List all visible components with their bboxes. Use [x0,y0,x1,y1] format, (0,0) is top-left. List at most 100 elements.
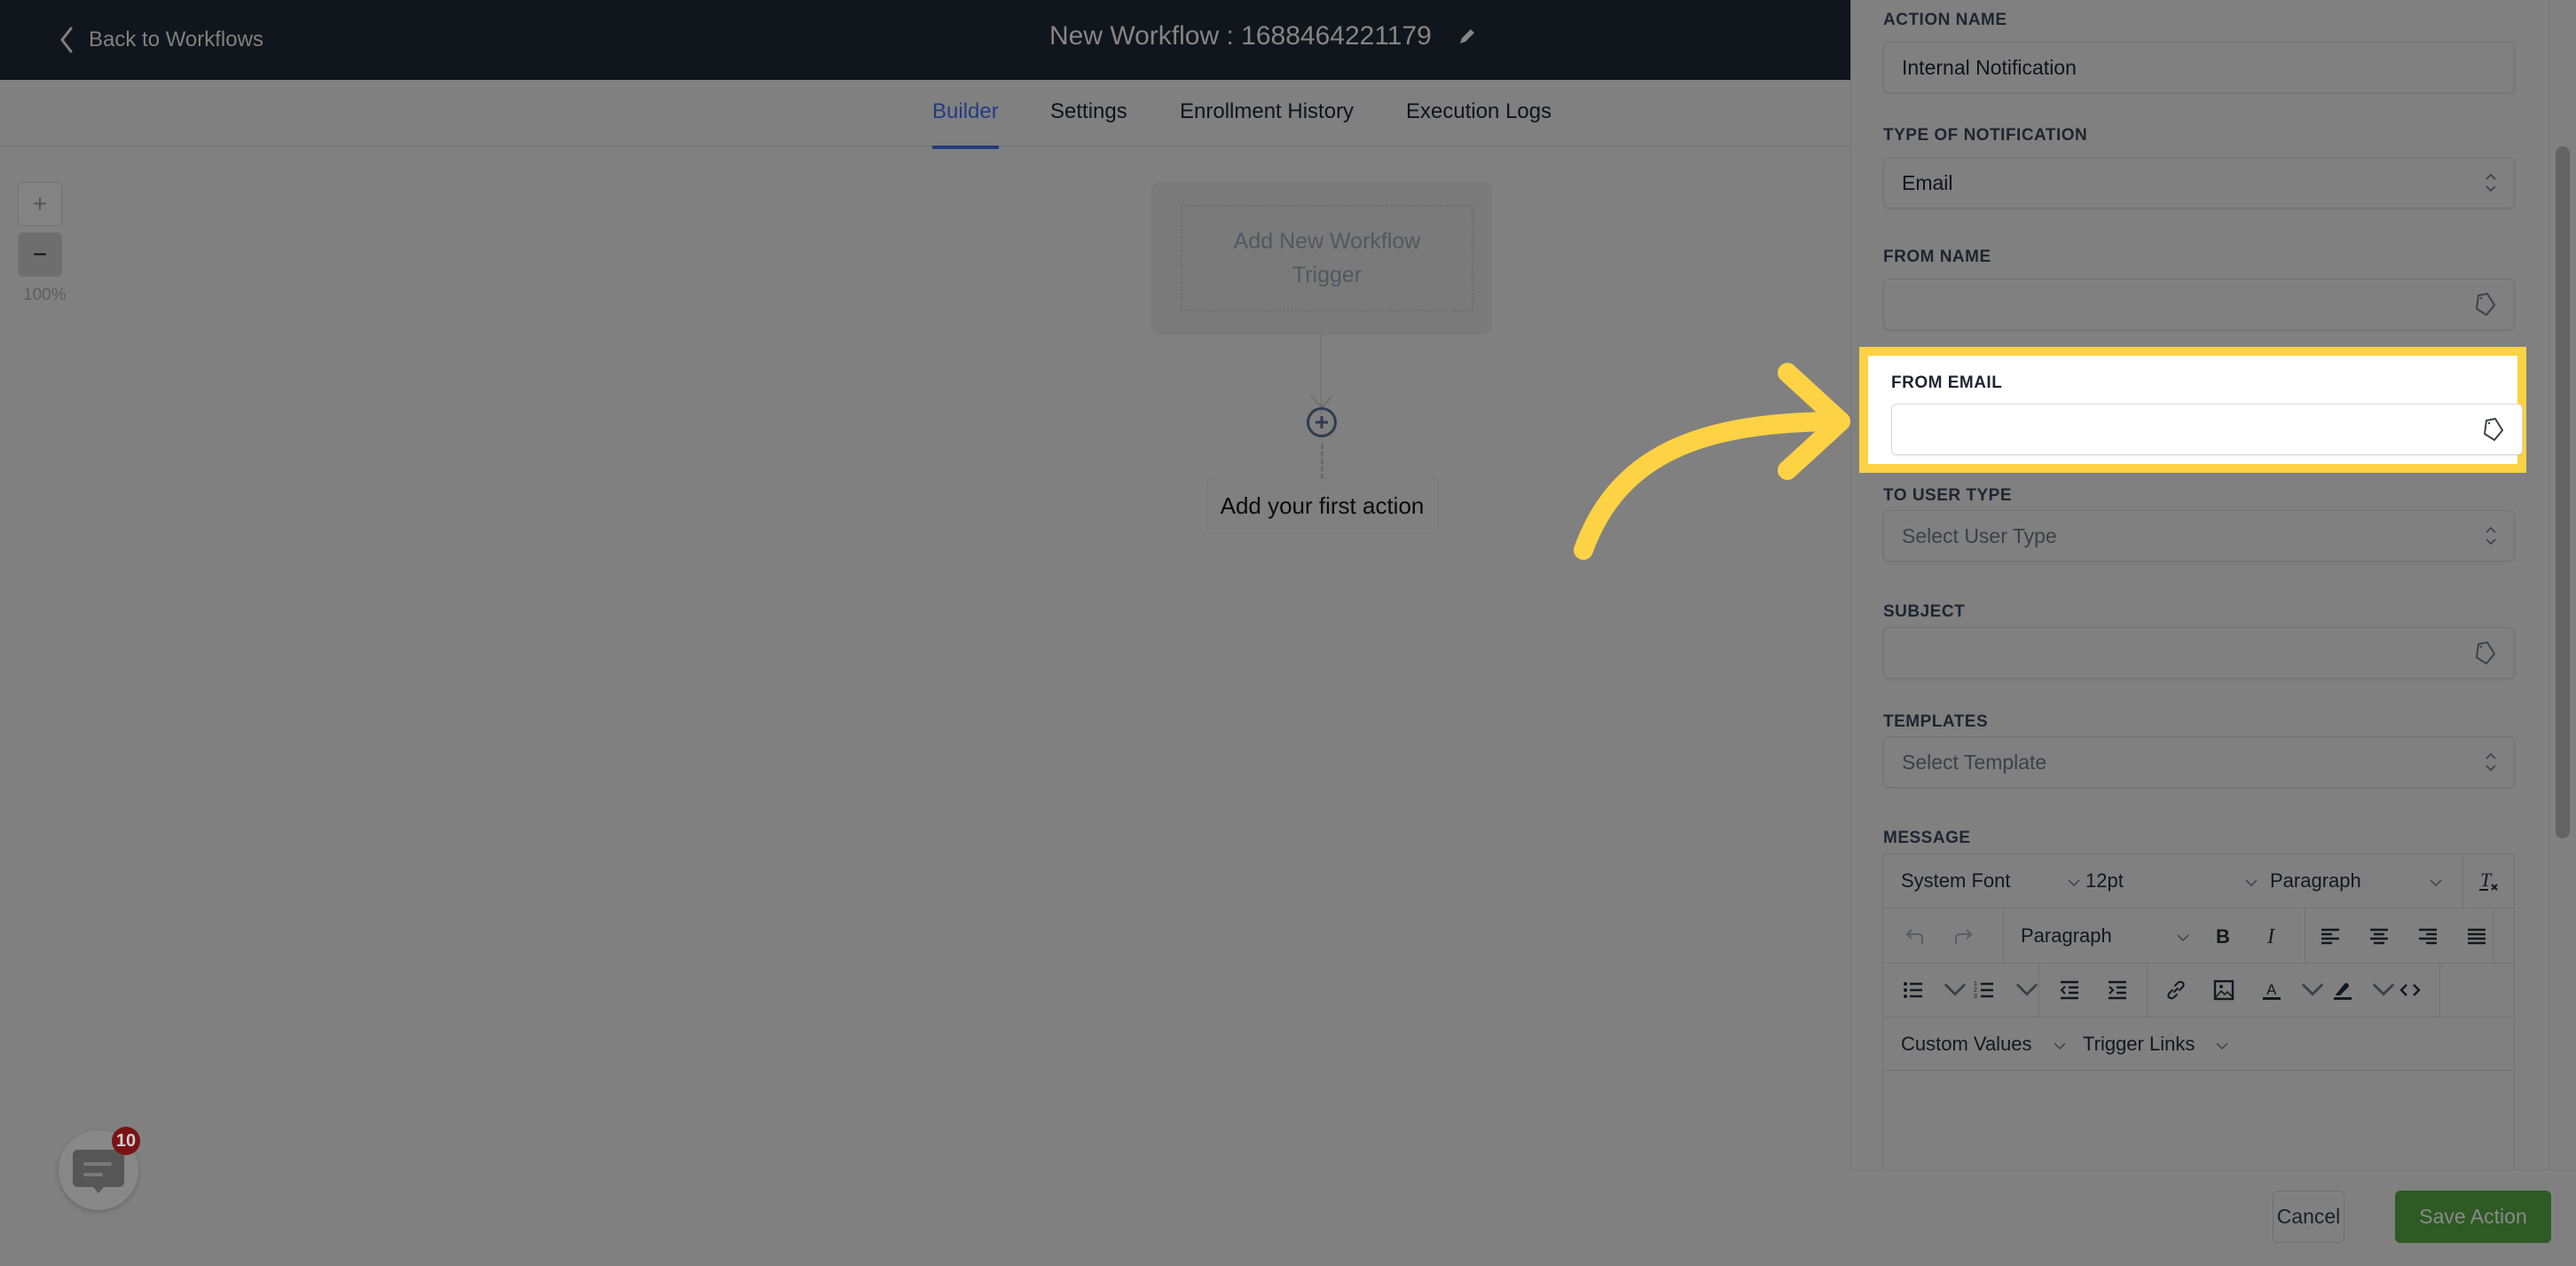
redo-button[interactable] [1947,920,1979,952]
text-color-icon: A [2263,981,2281,1000]
workflow-title-text: New Workflow : 1688464221179 [1049,21,1432,51]
cancel-button[interactable]: Cancel [2273,1191,2344,1243]
tag-icon[interactable] [2473,640,2498,666]
outdent-icon [2060,980,2078,1000]
outdent-button[interactable] [2054,974,2085,1006]
toolbar-divider [2003,908,2004,963]
italic-icon: I [2266,925,2275,948]
block-format-2-value: Paragraph [2021,924,2112,947]
select-updown-icon [2486,173,2496,193]
source-code-button[interactable] [2394,974,2426,1006]
tab-execution-logs[interactable]: Execution Logs [1406,99,1551,147]
chevron-down-icon [2430,869,2442,892]
from-name-input[interactable] [1883,279,2515,330]
bold-icon: B [2216,925,2230,948]
editor-toolbar-row-1: System Font 12pt Paragraph T [1883,854,2514,908]
from-email-input[interactable] [1891,404,2523,455]
add-action-plus-icon[interactable] [1306,406,1338,438]
clear-format-icon: T [2479,869,2498,891]
message-body-textarea[interactable] [1883,1071,2514,1172]
add-trigger-button[interactable]: Add New Workflow Trigger [1181,205,1473,311]
zoom-in-button[interactable]: + [18,182,62,226]
align-right-icon [2419,928,2437,944]
action-name-input[interactable]: Internal Notification [1883,42,2515,93]
italic-button[interactable]: I [2256,920,2288,952]
redo-icon [1955,928,1973,944]
font-size-value: 12pt [2085,869,2124,892]
tag-icon[interactable] [2473,291,2498,318]
zoom-out-button[interactable]: − [18,232,62,277]
subject-input[interactable] [1883,627,2515,679]
bullet-list-dropdown-icon[interactable] [1944,979,1967,1002]
image-icon [2213,979,2234,1001]
tab-settings[interactable]: Settings [1050,99,1127,147]
undo-icon [1905,928,1923,944]
zoom-level: 100% [23,286,67,304]
toolbar-divider [2493,908,2494,963]
indent-button[interactable] [2101,974,2133,1006]
select-updown-icon [2486,526,2496,546]
insert-image-button[interactable] [2208,974,2240,1006]
trigger-links-label: Trigger Links [2083,1032,2195,1055]
link-icon [2167,980,2185,1000]
highlight-color-button[interactable] [2327,974,2359,1006]
undo-button[interactable] [1899,920,1931,952]
to-user-type-placeholder: Select User Type [1902,523,2057,547]
chevron-down-icon [2177,924,2189,948]
svg-text:T: T [2480,869,2493,891]
templates-label: TEMPLATES [1883,712,1989,731]
text-color-dropdown-icon[interactable] [2301,979,2324,1002]
bullet-list-button[interactable] [1897,974,1929,1006]
action-name-label: ACTION NAME [1883,11,2007,29]
subject-label: SUBJECT [1883,602,1966,621]
block-format-select-2[interactable]: Paragraph [2021,908,2198,963]
tag-icon[interactable] [2481,416,2506,443]
to-user-type-select[interactable]: Select User Type [1883,510,2515,562]
indent-icon [2109,980,2126,1000]
back-to-workflows-link[interactable]: Back to Workflows [57,25,263,55]
insert-link-button[interactable] [2160,974,2192,1006]
notification-type-select[interactable]: Email [1883,157,2515,208]
bold-button[interactable]: B [2207,920,2239,952]
pencil-edit-icon[interactable] [1457,26,1478,47]
panel-scrollbar-thumb[interactable] [2556,146,2570,838]
align-right-button[interactable] [2410,920,2446,952]
message-label: MESSAGE [1883,829,1971,847]
trigger-links-menu[interactable]: Trigger Links [2083,1018,2234,1070]
numbered-list-button[interactable]: 123 [1968,974,2000,1006]
workflow-title: New Workflow : 1688464221179 [1049,21,1478,51]
editor-border [2514,853,2515,1173]
align-left-icon [2321,928,2339,944]
align-center-button[interactable] [2361,920,2397,952]
custom-values-menu[interactable]: Custom Values [1901,1018,2069,1070]
back-label: Back to Workflows [89,28,263,51]
align-justify-button[interactable] [2459,920,2494,952]
templates-select[interactable]: Select Template [1883,736,2515,788]
svg-text:A: A [2266,981,2277,998]
chevron-left-icon [60,27,73,53]
save-action-button[interactable]: Save Action [2395,1191,2551,1243]
editor-toolbar-row-2: Paragraph B I [1883,908,2514,963]
block-format-select[interactable]: Paragraph [2270,854,2447,908]
font-family-select[interactable]: System Font [1901,854,2080,908]
toolbar-divider [2462,854,2463,908]
toolbar-divider [2038,963,2039,1017]
tab-enrollment-history[interactable]: Enrollment History [1180,99,1354,147]
chevron-down-icon [2245,869,2258,892]
text-color-button[interactable]: A [2256,974,2288,1006]
clear-formatting-button[interactable]: T [2473,865,2505,897]
highlighter-icon [2334,983,2352,1000]
top-header: Back to Workflows New Workflow : 1688464… [0,0,1850,80]
highlight-dropdown-icon[interactable] [2372,979,2395,1002]
svg-text:2: 2 [1974,987,1977,994]
add-first-action-button[interactable]: Add your first action [1206,477,1438,534]
notification-type-label: TYPE OF NOTIFICATION [1883,126,2088,145]
align-left-button[interactable] [2313,920,2348,952]
action-name-value: Internal Notification [1902,55,2077,79]
tab-builder[interactable]: Builder [932,99,999,149]
svg-text:I: I [2266,925,2275,948]
font-size-select[interactable]: 12pt [2085,854,2263,908]
numbered-list-dropdown-icon[interactable] [2015,979,2038,1002]
chevron-down-icon [2054,1033,2066,1056]
svg-text:B: B [2216,925,2230,948]
